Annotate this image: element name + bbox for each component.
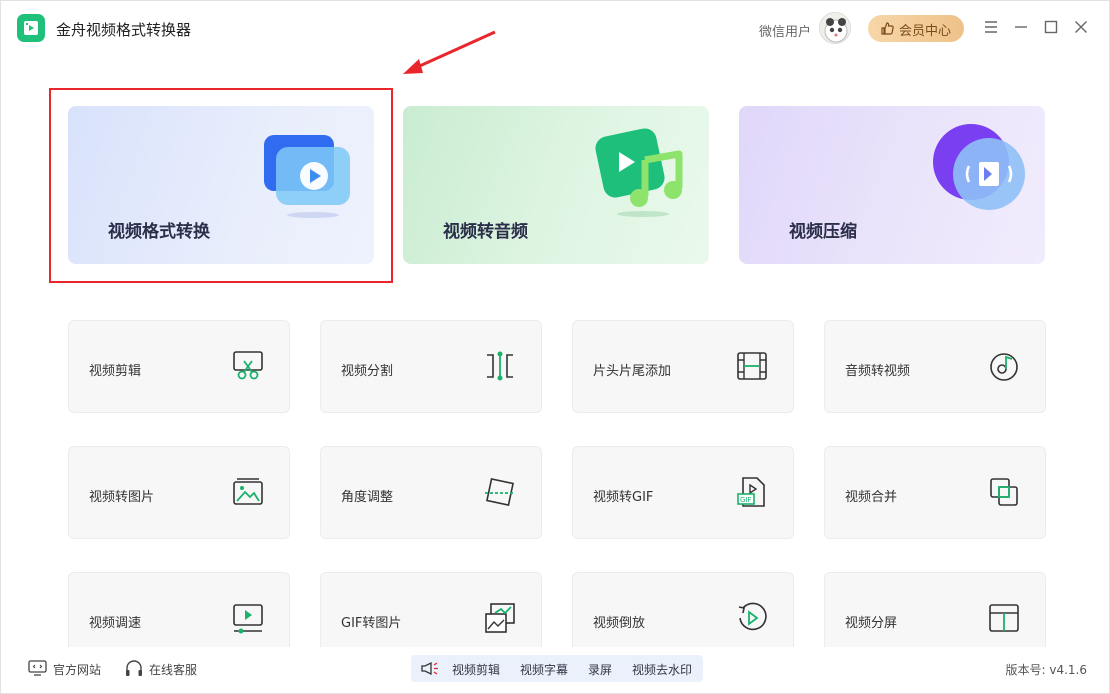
avatar[interactable] [819, 12, 851, 44]
tool-label: 视频调速 [89, 616, 142, 631]
promo-item-subtitles[interactable]: 视频字幕 [520, 661, 568, 678]
app-window: 金舟视频格式转换器 微信用户 会员中心 视频格式转换 视频转音频 视频压缩 视频… [0, 0, 1110, 694]
tool-video-edit[interactable]: 视频剪辑 [68, 320, 290, 413]
menu-icon[interactable] [981, 17, 1001, 37]
tool-video-to-image[interactable]: 视频转图片 [68, 446, 290, 539]
promo-item-video-edit[interactable]: 视频剪辑 [452, 661, 500, 678]
speed-icon [233, 604, 263, 634]
tool-split-screen[interactable]: 视频分屏 [824, 572, 1046, 647]
title-bar: 金舟视频格式转换器 微信用户 会员中心 [1, 1, 1109, 55]
maximize-icon[interactable] [1041, 17, 1061, 37]
footer-bar: 官方网站 在线客服 视频剪辑 视频字幕 录屏 视频去水印 版本号: v4.1.6 [1, 647, 1109, 693]
close-icon[interactable] [1071, 17, 1091, 37]
promo-bar: 视频剪辑 视频字幕 录屏 视频去水印 [411, 655, 703, 682]
headset-icon [126, 660, 142, 676]
tool-label: 片头片尾添加 [593, 364, 672, 379]
tool-label: 视频转图片 [89, 490, 155, 505]
tool-label: 视频剪辑 [89, 364, 142, 379]
promo-item-remove-watermark[interactable]: 视频去水印 [632, 661, 692, 678]
tool-video-speed[interactable]: 视频调速 [68, 572, 290, 647]
tool-label: GIF转图片 [341, 616, 402, 631]
promo-item-screen-record[interactable]: 录屏 [588, 661, 612, 678]
tool-audio-to-video[interactable]: 音频转视频 [824, 320, 1046, 413]
thumb-up-icon [880, 21, 895, 40]
tool-video-to-gif[interactable]: 视频转GIF GIF [572, 446, 794, 539]
minimize-icon[interactable] [1011, 17, 1031, 37]
app-title: 金舟视频格式转换器 [56, 21, 192, 39]
video-to-audio-icon [595, 128, 683, 217]
scissors-icon [233, 351, 263, 380]
tool-label: 视频分割 [341, 364, 394, 379]
tool-label: 视频合并 [845, 490, 898, 505]
monitor-icon [28, 660, 47, 676]
app-logo-icon [17, 14, 45, 42]
svg-text:GIF: GIF [740, 496, 752, 504]
feature-card-label: 视频转音频 [443, 222, 528, 242]
split-screen-icon [989, 604, 1019, 632]
tool-video-split[interactable]: 视频分割 [320, 320, 542, 413]
tool-intro-outro[interactable]: 片头片尾添加 [572, 320, 794, 413]
tool-video-merge[interactable]: 视频合并 [824, 446, 1046, 539]
tool-gif-to-image[interactable]: GIF转图片 [320, 572, 542, 647]
image-icon [233, 478, 263, 505]
vip-center-label: 会员中心 [899, 24, 952, 39]
vip-center-button[interactable]: 会员中心 [868, 15, 964, 42]
music-disc-icon [990, 353, 1018, 381]
feature-card-video-to-audio[interactable]: 视频转音频 [403, 106, 709, 264]
gif-file-icon: GIF [737, 477, 765, 507]
video-compress-icon [933, 124, 1025, 210]
video-convert-icon [264, 135, 350, 218]
feature-card-video-compress[interactable]: 视频压缩 [739, 106, 1045, 264]
annotation-arrow [399, 29, 499, 83]
tool-label: 视频倒放 [593, 616, 646, 631]
tool-label: 角度调整 [341, 490, 394, 505]
film-icon [737, 352, 767, 380]
official-website-label: 官方网站 [53, 663, 102, 677]
tool-rotate[interactable]: 角度调整 [320, 446, 542, 539]
merge-icon [990, 478, 1018, 506]
tool-label: 视频转GIF [593, 490, 654, 505]
online-service-label: 在线客服 [149, 663, 198, 677]
megaphone-icon [420, 661, 440, 680]
reverse-icon [738, 602, 767, 631]
feature-card-video-convert[interactable]: 视频格式转换 [68, 106, 374, 264]
feature-card-label: 视频压缩 [789, 222, 857, 242]
split-icon [487, 351, 513, 381]
user-name[interactable]: 微信用户 [759, 21, 811, 40]
tool-video-reverse[interactable]: 视频倒放 [572, 572, 794, 647]
rotate-icon [485, 478, 515, 506]
version-label: 版本号: v4.1.6 [1005, 663, 1088, 677]
gif-to-image-icon [485, 603, 515, 633]
feature-card-label: 视频格式转换 [108, 222, 210, 242]
tool-label: 音频转视频 [845, 364, 911, 379]
tool-label: 视频分屏 [845, 616, 898, 631]
